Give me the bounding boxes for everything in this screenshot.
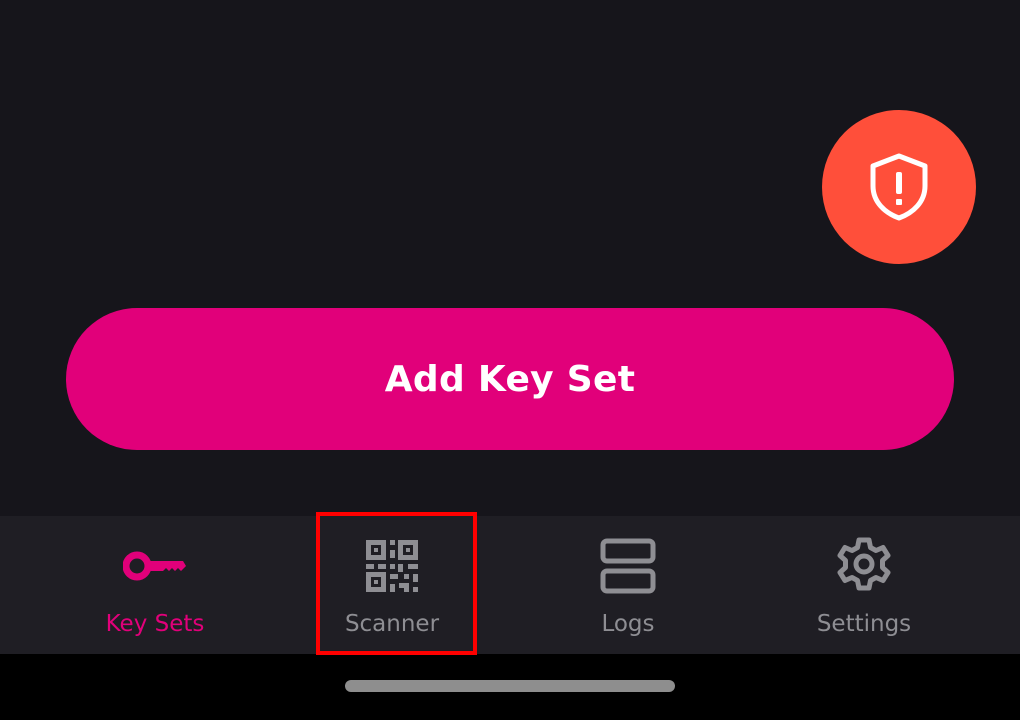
tab-scanner[interactable]: Scanner — [292, 516, 492, 654]
gear-icon — [832, 536, 896, 596]
shield-alert-icon — [867, 152, 931, 222]
home-indicator[interactable] — [345, 680, 675, 692]
add-key-set-button[interactable]: Add Key Set — [66, 308, 954, 450]
tab-scanner-label: Scanner — [344, 611, 440, 637]
main-area: Add Key Set — [0, 0, 1020, 516]
alert-button[interactable] — [822, 110, 976, 264]
add-key-set-label: Add Key Set — [384, 358, 636, 400]
key-icon — [123, 536, 187, 596]
tab-logs-label: Logs — [601, 611, 655, 637]
tab-settings[interactable]: Settings — [764, 516, 964, 654]
bottom-tab-bar: Key Sets Scanner Logs Settings — [0, 516, 1020, 654]
qr-code-icon — [360, 536, 424, 596]
tab-settings-label: Settings — [816, 611, 912, 637]
tab-key-sets-label: Key Sets — [105, 611, 205, 637]
app-screen: Add Key Set Key Sets Scanner Logs Settin… — [0, 0, 1020, 720]
tab-key-sets[interactable]: Key Sets — [55, 516, 255, 654]
logs-icon — [596, 536, 660, 596]
tab-logs[interactable]: Logs — [528, 516, 728, 654]
